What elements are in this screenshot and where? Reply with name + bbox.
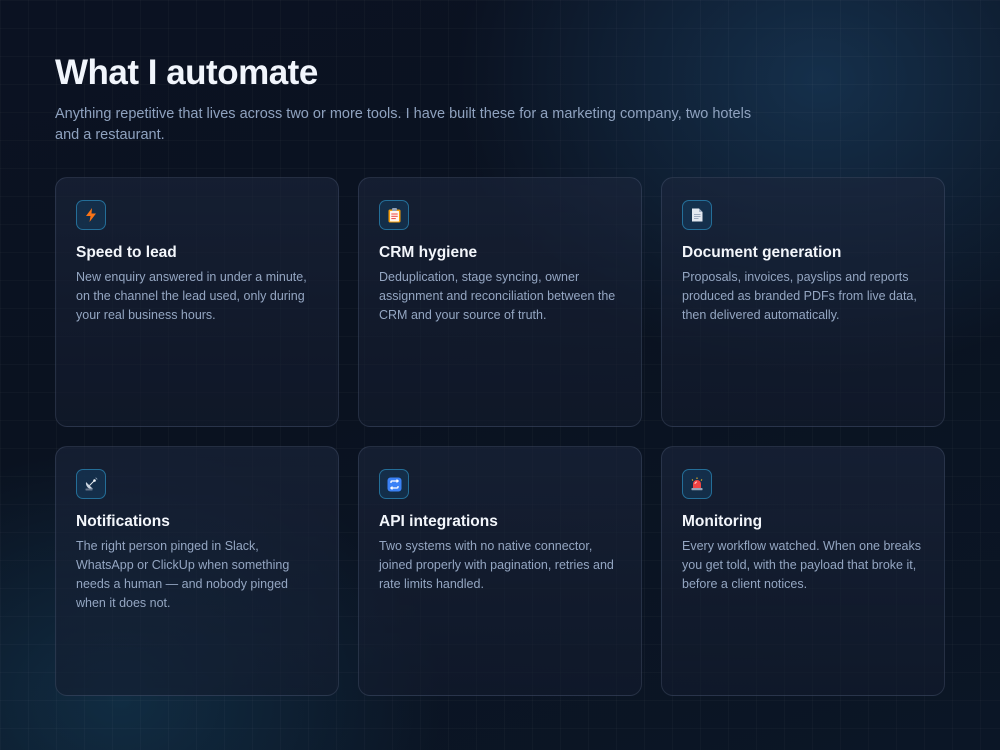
card-title: CRM hygiene — [379, 244, 478, 261]
satellite-dish-icon — [76, 469, 106, 499]
card-notifications: Notifications The right person pinged in… — [55, 446, 339, 696]
automation-section: What I automate Anything repetitive that… — [55, 50, 945, 696]
section-title: What I automate — [55, 53, 318, 92]
service-card-grid: Speed to lead New enquiry answered in un… — [55, 177, 945, 696]
card-api-integrations: API integrations Two systems with no nat… — [358, 446, 642, 696]
card-title: Notifications — [76, 513, 170, 530]
card-title: Document generation — [682, 244, 842, 261]
card-description: Two systems with no native connector, jo… — [379, 539, 614, 591]
card-description: Deduplication, stage syncing, owner assi… — [379, 270, 616, 322]
card-description: New enquiry answered in under a minute, … — [76, 270, 307, 322]
card-title: API integrations — [379, 513, 498, 530]
document-icon — [682, 200, 712, 230]
card-title: Monitoring — [682, 513, 763, 530]
card-description: Every workflow watched. When one breaks … — [682, 539, 921, 591]
card-title: Speed to lead — [76, 244, 177, 261]
card-speed-to-lead: Speed to lead New enquiry answered in un… — [55, 177, 339, 427]
lightning-icon — [76, 200, 106, 230]
card-crm-hygiene: CRM hygiene Deduplication, stage syncing… — [358, 177, 642, 427]
alarm-light-icon — [682, 469, 712, 499]
section-subtitle: Anything repetitive that lives across tw… — [55, 106, 752, 143]
card-description: Proposals, invoices, payslips and report… — [682, 270, 917, 322]
card-monitoring: Monitoring Every workflow watched. When … — [661, 446, 945, 696]
card-description: The right person pinged in Slack, WhatsA… — [76, 539, 290, 610]
sync-arrows-icon — [379, 469, 409, 499]
card-document-generation: Document generation Proposals, invoices,… — [661, 177, 945, 427]
clipboard-icon — [379, 200, 409, 230]
